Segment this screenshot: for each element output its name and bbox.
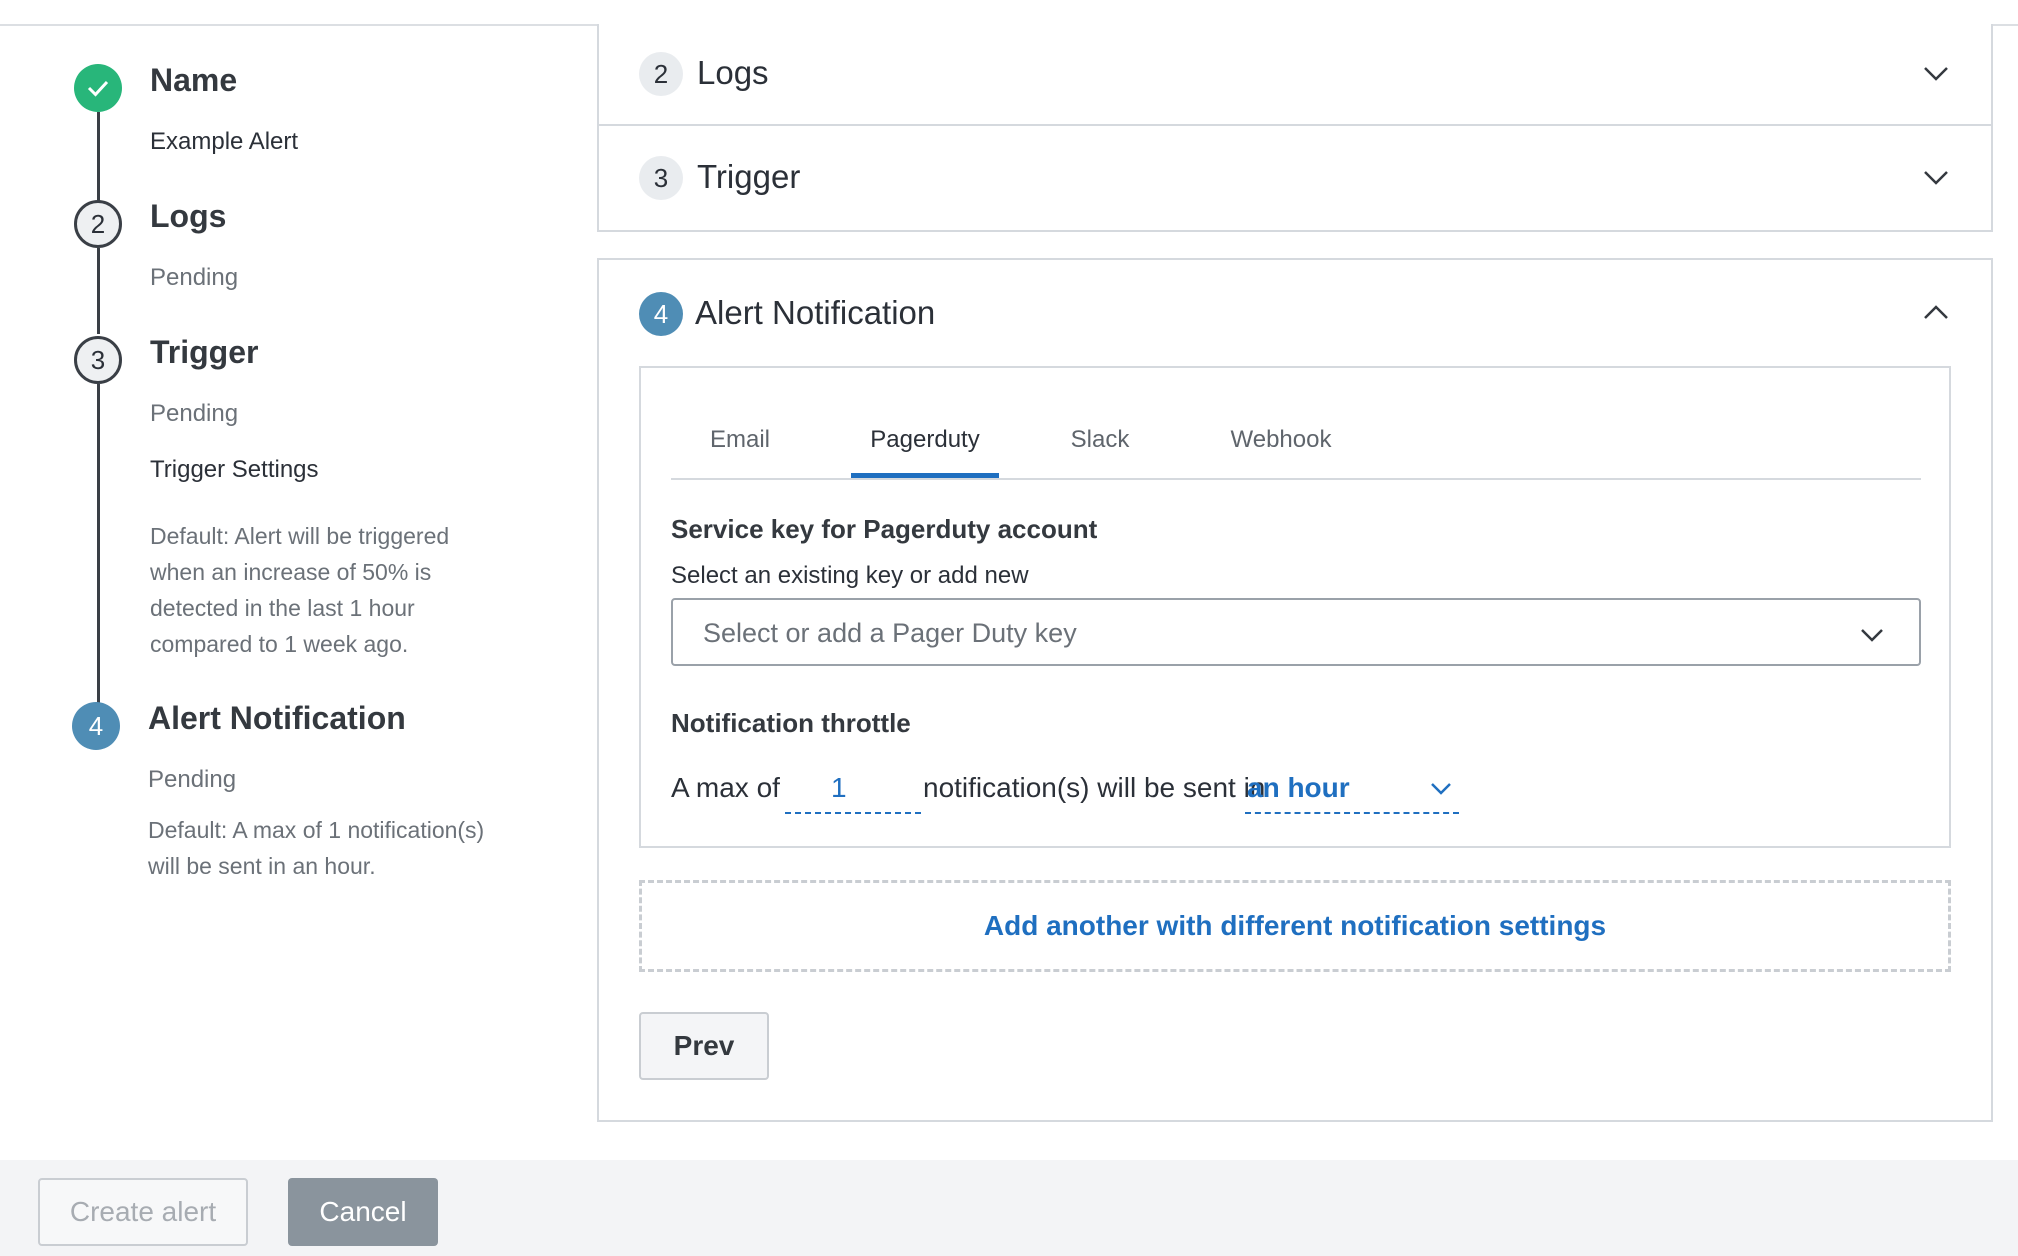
trigger-number-badge: 3 xyxy=(639,156,683,200)
chevron-down-icon[interactable] xyxy=(1921,58,1951,88)
throttle-count-input[interactable]: 1 xyxy=(785,764,921,814)
service-key-label: Service key for Pagerduty account xyxy=(671,514,1098,544)
chevron-up-icon[interactable] xyxy=(1921,298,1951,328)
step-name-title[interactable]: Name xyxy=(150,62,237,99)
notification-settings-card: Email Pagerduty Slack Webhook Service ke… xyxy=(639,366,1951,848)
step-trigger-status: Pending xyxy=(150,400,239,427)
step-alert-notification-status: Pending xyxy=(148,766,237,793)
footer-bar: Create alert Cancel xyxy=(0,1160,2018,1256)
accordion-trigger-title: Trigger xyxy=(697,158,801,195)
throttle-period-value: an hour xyxy=(1247,772,1350,803)
tab-pagerduty[interactable]: Pagerduty xyxy=(851,412,999,478)
tab-webhook[interactable]: Webhook xyxy=(1201,412,1361,478)
logs-number-badge: 2 xyxy=(639,52,683,96)
step-logs-indicator[interactable]: 2 xyxy=(74,200,122,248)
trigger-default-description: Default: Alert will be triggered when an… xyxy=(150,523,450,657)
alert-notification-panel: 4 Alert Notification Email Pagerduty Sla… xyxy=(597,258,1993,1122)
alert-notification-number-badge: 4 xyxy=(639,292,683,336)
create-alert-button[interactable]: Create alert xyxy=(38,1178,248,1246)
tab-slack[interactable]: Slack xyxy=(1041,412,1159,478)
accordion-logs-title: Logs xyxy=(697,54,769,91)
stepper-rail xyxy=(97,384,100,706)
add-another-notification-button[interactable]: Add another with different notification … xyxy=(639,880,1951,972)
notification-throttle-label: Notification throttle xyxy=(671,708,911,738)
prev-button[interactable]: Prev xyxy=(639,1012,769,1080)
step-trigger-indicator[interactable]: 3 xyxy=(74,336,122,384)
throttle-count-underline xyxy=(785,812,921,814)
step-logs-status: Pending xyxy=(150,264,239,291)
chevron-down-icon xyxy=(1431,783,1451,795)
throttle-count-value: 1 xyxy=(831,772,847,803)
stepper-rail xyxy=(97,112,100,202)
throttle-prefix: A max of xyxy=(671,772,780,803)
accordion-trigger-header[interactable]: 3 Trigger xyxy=(599,126,1991,226)
step-name-status: Example Alert xyxy=(150,128,299,155)
step-logs-title[interactable]: Logs xyxy=(150,198,226,235)
check-icon xyxy=(87,80,109,97)
stepper-rail xyxy=(97,248,100,334)
accordion-alert-notification-header[interactable]: 4 Alert Notification xyxy=(599,260,1991,366)
accordion-logs-header[interactable]: 2 Logs xyxy=(599,24,1991,126)
collapsed-sections-panel: 2 Logs 3 Trigger xyxy=(597,24,1993,232)
pagerduty-key-select[interactable]: Select or add a Pager Duty key xyxy=(671,598,1921,666)
throttle-period-select[interactable]: an hour xyxy=(1245,764,1459,814)
wizard-stepper: Name Example Alert 2 Logs Pending 3 Trig… xyxy=(0,0,560,1150)
service-key-hint: Select an existing key or add new xyxy=(671,562,1029,589)
notification-channel-tabs: Email Pagerduty Slack Webhook xyxy=(671,412,1921,480)
chevron-down-icon xyxy=(1861,629,1883,642)
step-trigger-title[interactable]: Trigger xyxy=(150,334,258,371)
cancel-button[interactable]: Cancel xyxy=(288,1178,438,1246)
step-alert-notification-title[interactable]: Alert Notification xyxy=(148,700,406,737)
pagerduty-key-placeholder: Select or add a Pager Duty key xyxy=(703,618,1077,648)
step-name-indicator[interactable] xyxy=(74,64,122,112)
trigger-settings-label: Trigger Settings xyxy=(150,456,319,483)
tab-email[interactable]: Email xyxy=(671,412,809,478)
alert-notification-default-description: Default: A max of 1 notification(s) will… xyxy=(148,817,485,879)
accordion-alert-notification-title: Alert Notification xyxy=(695,294,936,331)
step-alert-notification-indicator[interactable]: 4 xyxy=(72,702,120,750)
throttle-middle-text: notification(s) will be sent in xyxy=(923,772,1266,803)
chevron-down-icon[interactable] xyxy=(1921,162,1951,192)
throttle-period-underline xyxy=(1245,812,1459,814)
